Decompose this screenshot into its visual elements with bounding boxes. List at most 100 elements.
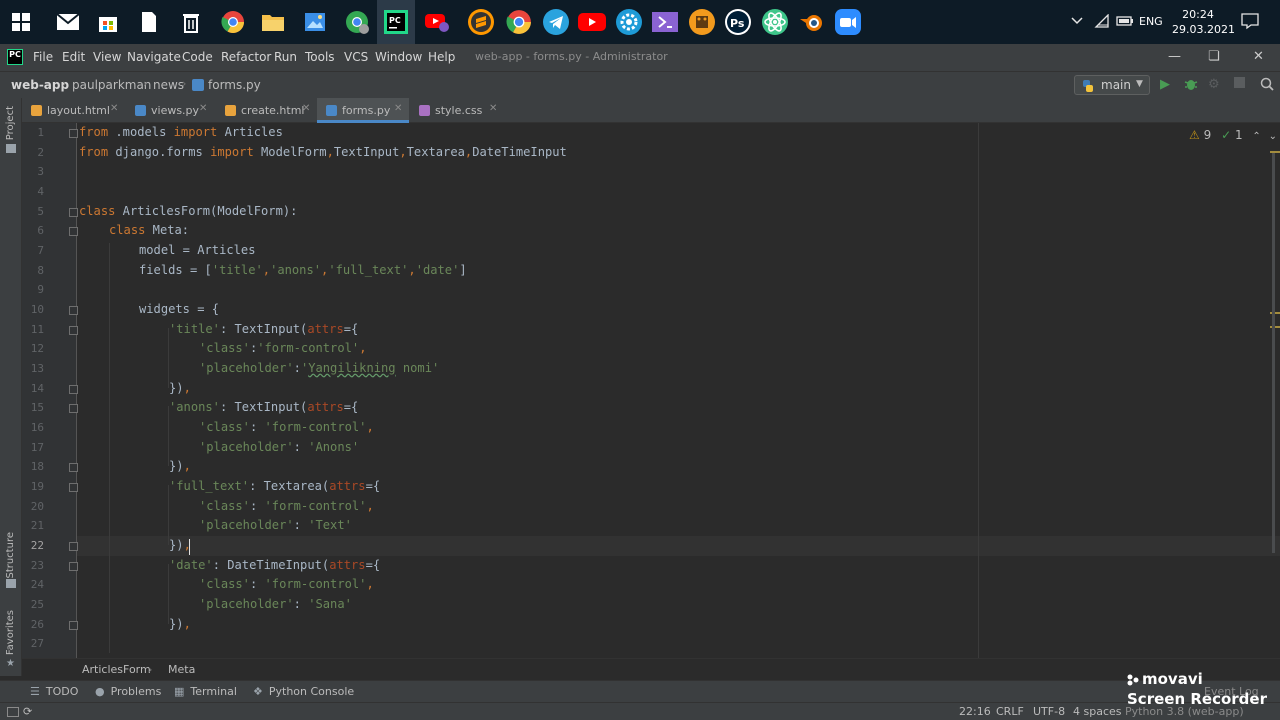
tab-layout-html[interactable]: layout.html ✕: [22, 98, 131, 123]
previous-highlight-icon[interactable]: ⌃: [1252, 131, 1260, 142]
structure-tool-button[interactable]: Structure: [5, 532, 16, 579]
settings-app-icon[interactable]: [614, 7, 644, 37]
tab-create-html[interactable]: create.html ✕: [216, 98, 316, 123]
notifications-icon[interactable]: [1241, 12, 1259, 34]
fold-marker-icon[interactable]: [69, 306, 78, 315]
fold-marker-icon[interactable]: [69, 463, 78, 472]
file-explorer-icon[interactable]: [258, 7, 288, 37]
menu-edit[interactable]: Edit: [62, 50, 85, 64]
branch-selector[interactable]: main ▼: [1074, 75, 1150, 95]
windows-start-icon[interactable]: [6, 7, 36, 37]
layout-toggle-icon[interactable]: [7, 707, 19, 717]
menu-refactor[interactable]: Refactor: [221, 50, 271, 64]
menu-vcs[interactable]: VCS: [344, 50, 368, 64]
line-separator[interactable]: CRLF: [996, 705, 1024, 718]
tab-forms-py[interactable]: forms.py ✕: [317, 98, 409, 123]
fold-marker-icon[interactable]: [69, 621, 78, 630]
breadcrumb-inner-class[interactable]: Meta: [168, 663, 195, 676]
inspection-widget[interactable]: ⚠ 9 ✓ 1 ⌃ ⌄: [1189, 128, 1277, 142]
pycharm-icon[interactable]: PC: [381, 7, 411, 37]
stop-icon[interactable]: [1234, 77, 1245, 92]
breadcrumb-project[interactable]: web-app: [11, 78, 69, 92]
fold-marker-icon[interactable]: [69, 227, 78, 236]
menu-run[interactable]: Run: [274, 50, 297, 64]
fold-marker-icon[interactable]: [69, 208, 78, 217]
menu-file[interactable]: File: [33, 50, 53, 64]
terminal-tool-button[interactable]: ▦ Terminal: [174, 685, 237, 698]
line-number: 20: [30, 500, 44, 513]
mail-icon[interactable]: [53, 7, 83, 37]
tab-close-icon[interactable]: ✕: [394, 103, 402, 114]
refresh-icon[interactable]: ⟳: [23, 705, 32, 718]
code-editor[interactable]: 1 2 3 4 5 6 7 8 9 10 11 12 13 14 15 16 1…: [22, 123, 1280, 658]
menu-code[interactable]: Code: [182, 50, 213, 64]
keyboard-language[interactable]: ENG: [1139, 15, 1163, 28]
tab-close-icon[interactable]: ✕: [489, 103, 497, 114]
project-tool-button[interactable]: Project: [5, 106, 16, 140]
next-highlight-icon[interactable]: ⌄: [1269, 131, 1277, 142]
problems-tool-button[interactable]: ● Problems: [95, 685, 161, 698]
atom-icon[interactable]: [760, 7, 790, 37]
wifi-icon[interactable]: [1094, 13, 1110, 32]
youtube-app-icon[interactable]: [422, 7, 452, 37]
blender-icon[interactable]: [797, 7, 827, 37]
visual-studio-icon[interactable]: [650, 7, 680, 37]
taskbar-clock[interactable]: 20:24 29.03.2021: [1172, 7, 1235, 37]
vertical-scrollbar[interactable]: [1272, 153, 1275, 553]
breadcrumb-subfolder[interactable]: news: [153, 78, 184, 92]
zoom-icon[interactable]: [833, 7, 863, 37]
fold-marker-icon[interactable]: [69, 483, 78, 492]
telegram-icon[interactable]: [541, 7, 571, 37]
breadcrumb-file[interactable]: forms.py: [208, 78, 261, 92]
tab-label: style.css: [435, 104, 483, 117]
fold-marker-icon[interactable]: [69, 404, 78, 413]
breadcrumb-folder[interactable]: paulparkman: [72, 78, 151, 92]
app-icon[interactable]: [687, 7, 717, 37]
chrome-alt-icon[interactable]: [504, 7, 534, 37]
python-console-tool-button[interactable]: ❖ Python Console: [253, 685, 354, 698]
line-number: 18: [30, 460, 44, 473]
menu-window[interactable]: Window: [375, 50, 422, 64]
tab-views-py[interactable]: views.py ✕: [126, 98, 208, 123]
code-line-5: class ArticlesForm(ModelForm):: [79, 204, 298, 218]
cursor-position[interactable]: 22:16: [959, 705, 991, 718]
chrome-profile-icon[interactable]: [342, 7, 372, 37]
fold-marker-icon[interactable]: [69, 385, 78, 394]
coverage-icon[interactable]: ⚙: [1208, 77, 1220, 92]
menu-tools[interactable]: Tools: [305, 50, 335, 64]
file-encoding[interactable]: UTF-8: [1033, 705, 1065, 718]
search-icon[interactable]: [1260, 77, 1274, 95]
indent-setting[interactable]: 4 spaces: [1073, 705, 1122, 718]
minimize-icon[interactable]: —: [1168, 49, 1181, 64]
window-title: web-app - forms.py - Administrator: [475, 50, 668, 63]
sublime-icon[interactable]: [466, 7, 496, 37]
chrome-icon[interactable]: [218, 7, 248, 37]
tab-style-css[interactable]: style.css ✕: [410, 98, 506, 123]
photoshop-icon[interactable]: Ps: [723, 7, 753, 37]
menu-navigate[interactable]: Navigate: [127, 50, 181, 64]
fold-marker-icon[interactable]: [69, 542, 78, 551]
breadcrumb-class[interactable]: ArticlesForm: [82, 663, 151, 676]
menu-help[interactable]: Help: [428, 50, 455, 64]
fold-marker-icon[interactable]: [69, 326, 78, 335]
document-icon[interactable]: [134, 7, 164, 37]
battery-icon[interactable]: [1116, 15, 1134, 31]
text-caret: [189, 539, 190, 555]
fold-marker-icon[interactable]: [69, 129, 78, 138]
fold-marker-icon[interactable]: [69, 562, 78, 571]
menu-view[interactable]: View: [93, 50, 121, 64]
youtube-icon[interactable]: [577, 7, 607, 37]
restore-icon[interactable]: ❏: [1208, 49, 1220, 64]
trash-icon[interactable]: [176, 7, 206, 37]
chevron-up-icon[interactable]: [1071, 14, 1083, 29]
close-icon[interactable]: ✕: [1253, 49, 1264, 64]
run-icon[interactable]: ▶: [1160, 77, 1170, 92]
todo-tool-button[interactable]: ☰ TODO: [30, 685, 78, 698]
tab-close-icon[interactable]: ✕: [199, 103, 207, 114]
store-icon[interactable]: [93, 7, 123, 37]
favorites-tool-button[interactable]: Favorites: [5, 610, 16, 655]
photos-icon[interactable]: [300, 7, 330, 37]
debug-icon[interactable]: [1184, 77, 1198, 95]
tab-close-icon[interactable]: ✕: [302, 103, 310, 114]
tab-close-icon[interactable]: ✕: [110, 103, 118, 114]
